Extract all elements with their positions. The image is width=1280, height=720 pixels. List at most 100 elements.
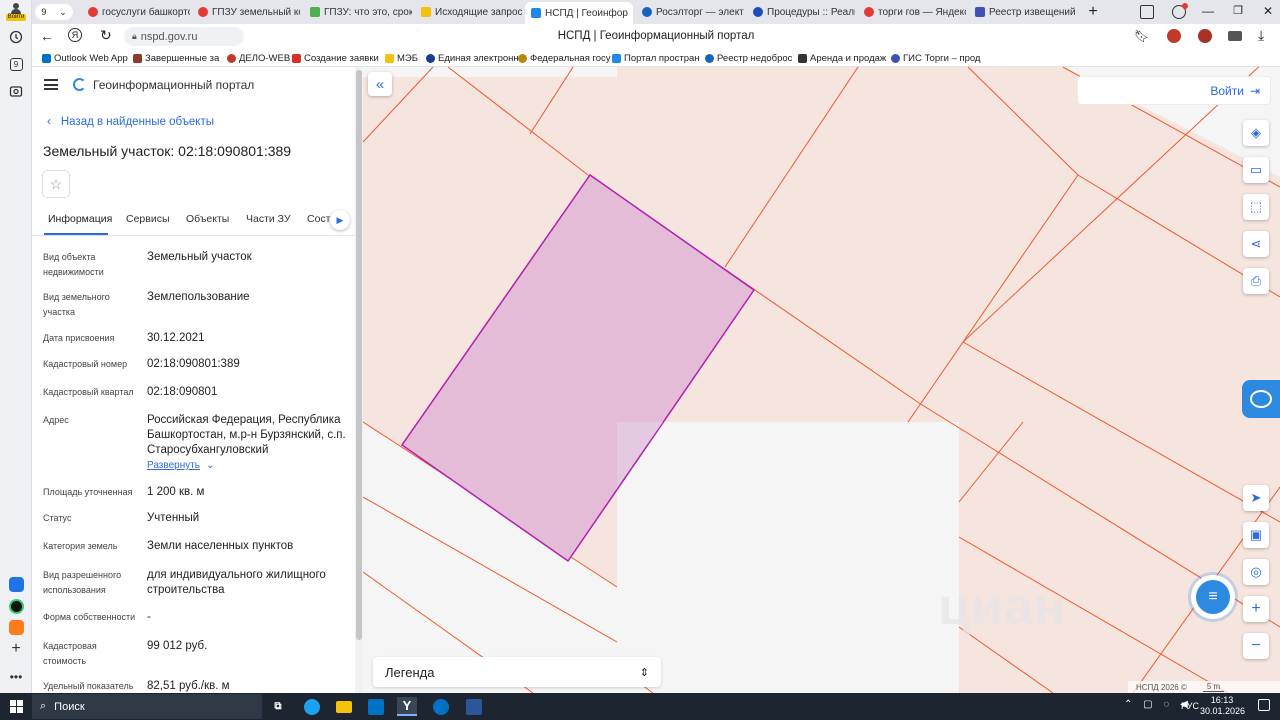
locate-button[interactable]: ➤ — [1243, 485, 1269, 511]
field-value: 82,51 руб./кв. м — [147, 680, 230, 692]
bookmark-icon — [426, 54, 435, 63]
outlook-icon[interactable] — [366, 697, 386, 716]
clock[interactable]: 16:13 30.01.2026 — [1200, 695, 1245, 717]
print-button[interactable]: ⎙ — [1243, 268, 1269, 294]
taskbar-search[interactable]: ⌕ Поиск — [32, 694, 262, 719]
tab-count-icon[interactable]: 9 — [7, 55, 25, 73]
collections-icon[interactable] — [1140, 5, 1154, 19]
zoom-out-button[interactable]: − — [1243, 633, 1269, 659]
browser-tab[interactable]: Исходящие запросы — [415, 2, 523, 22]
minimap-button[interactable]: ▣ — [1243, 522, 1269, 548]
panel-scrollbar-thumb[interactable] — [356, 70, 362, 640]
bookmark-item[interactable]: Аренда и продаж — [798, 51, 886, 66]
geolocation-button[interactable]: ◎ — [1243, 559, 1269, 585]
new-tab-button[interactable]: + — [1084, 3, 1102, 21]
collapse-panel-button[interactable]: « — [368, 72, 392, 96]
task-view-icon[interactable]: ⧉ — [268, 697, 288, 716]
field-label: Форма собственности — [43, 612, 136, 622]
field-label: Статус — [43, 513, 72, 523]
profile-label: Войти — [5, 14, 27, 21]
tab-favicon-icon — [88, 7, 98, 17]
close-tab-icon[interactable]: ✕ — [632, 8, 633, 19]
browser-tab[interactable]: Росэлторг — электр — [636, 2, 744, 22]
bookmark-item[interactable]: Создание заявки — [292, 51, 379, 66]
bookmark-item[interactable]: Завершенные за — [133, 51, 219, 66]
share-icon: ⋖ — [1250, 236, 1262, 251]
profile-button[interactable]: Войти — [3, 2, 29, 22]
field-value: 02:18:090801:389 — [147, 358, 240, 370]
map-view[interactable]: циан « Войти ⇥ ◈ ▭ ⬚ ⋖ ⎙ ➤ ▣ ◎ ≡ + − Лег… — [363, 67, 1280, 693]
notifications-icon[interactable] — [1172, 3, 1188, 19]
field-value: 30.12.2021 — [147, 332, 205, 344]
share-button[interactable]: ⋖ — [1243, 231, 1269, 257]
bookmark-item[interactable]: Outlook Web App — [42, 51, 128, 66]
windows-start-icon[interactable] — [6, 697, 26, 716]
expand-link[interactable]: Развернуть ⌄ — [147, 460, 214, 471]
bookmark-item[interactable]: Единая электронн — [426, 51, 519, 66]
back-link[interactable]: ‹ Назад в найденные объекты — [47, 116, 214, 128]
outlook-icon — [42, 54, 51, 63]
history-icon[interactable] — [7, 28, 25, 46]
browser-tab-active[interactable]: НСПД | Геоинфор✕ — [525, 2, 633, 24]
browser-tab[interactable]: госуслуги башкорто — [82, 2, 190, 22]
notification-center-icon[interactable] — [1258, 699, 1270, 711]
download-arrow-icon[interactable]: ⤓ — [1258, 27, 1264, 44]
chat-side-button[interactable] — [1242, 380, 1280, 418]
favorite-button[interactable]: ☆ — [42, 170, 70, 198]
bookmark-item[interactable]: Федеральная госу — [518, 51, 611, 66]
address-bar: ← Я ↻ 🔒︎ nspd.gov.ru НСПД | Геоинформацио… — [32, 24, 1280, 50]
zoom-in-button[interactable]: + — [1243, 596, 1269, 622]
tab-servisy[interactable]: Сервисы — [126, 213, 170, 225]
field-label: Кадастровый номер — [43, 359, 128, 369]
app-icon-blue[interactable] — [7, 575, 25, 593]
edge-icon[interactable] — [302, 697, 322, 716]
lync-icon[interactable] — [431, 697, 451, 716]
page-title: НСПД | Геоинформационный портал — [557, 30, 755, 42]
bookmark-item[interactable]: МЭБ — [385, 51, 418, 66]
close-window-button[interactable]: ✕ — [1260, 4, 1276, 20]
portal-name: Геоинформационный портал — [93, 78, 255, 92]
select-area-button[interactable]: ⬚ — [1243, 194, 1269, 220]
language-indicator[interactable]: РУС — [1181, 701, 1199, 711]
more-icon[interactable]: ••• — [7, 668, 25, 686]
field-value: для индивидуального жилищного строительс… — [147, 569, 326, 596]
tab-obekty[interactable]: Объекты — [186, 213, 229, 225]
browser-tab[interactable]: ГПЗУ земельный ко — [192, 2, 300, 22]
layers-button[interactable]: ◈ — [1243, 120, 1269, 146]
login-box[interactable]: Войти ⇥ — [1077, 76, 1271, 105]
bookmark-item[interactable]: Портал простран — [612, 51, 700, 66]
legend-panel[interactable]: Легенда ⇕ — [373, 657, 661, 687]
ruler-button[interactable]: ▭ — [1243, 157, 1269, 183]
word-icon[interactable] — [464, 697, 484, 716]
tabs-scroll-right-button[interactable]: ▶ — [330, 210, 350, 230]
file-explorer-icon[interactable] — [334, 697, 354, 716]
app-icon-orange[interactable] — [7, 618, 25, 636]
portal-logo-icon — [73, 78, 86, 91]
minimize-button[interactable]: — — [1200, 4, 1216, 20]
browser-tab[interactable]: ГПЗУ: что это, срок — [304, 2, 412, 22]
chat-button[interactable]: ≡ — [1191, 575, 1235, 619]
add-panel-icon[interactable]: + — [7, 640, 25, 658]
screenshot-icon[interactable] — [7, 82, 25, 100]
downloads-icon[interactable] — [1228, 31, 1242, 41]
bookmark-item[interactable]: ГИС Торги – прод — [891, 51, 980, 66]
bookmark-icon — [705, 54, 714, 63]
browser-tab[interactable]: торги гов — Яндекс — [858, 2, 966, 22]
bookmark-item[interactable]: Реестр недоброс — [705, 51, 792, 66]
browser-tab[interactable]: Реестр извещений — [969, 2, 1077, 22]
browser-tab[interactable]: Процедуры :: Реали — [747, 2, 855, 22]
bookmark-icon[interactable]: 🔖︎ — [1134, 29, 1149, 43]
tab-informacia[interactable]: Информация — [48, 213, 112, 225]
bookmark-item[interactable]: ДЕЛО-WEB — [227, 51, 290, 66]
app-icon-dark[interactable] — [7, 597, 25, 615]
maximize-button[interactable]: ❐ — [1230, 4, 1246, 20]
yandex-browser-icon[interactable]: Y — [397, 697, 417, 716]
tab-chasti-zu[interactable]: Части ЗУ — [246, 213, 291, 225]
tab-favicon-icon — [642, 7, 652, 17]
login-label: Войти — [1210, 83, 1244, 98]
extension-icon[interactable] — [1167, 29, 1181, 43]
extension-icon[interactable] — [1198, 29, 1212, 43]
tab-count-button[interactable]: 9 ⌄ — [35, 4, 73, 20]
bookmark-icon — [227, 54, 236, 63]
menu-icon[interactable] — [44, 79, 58, 90]
